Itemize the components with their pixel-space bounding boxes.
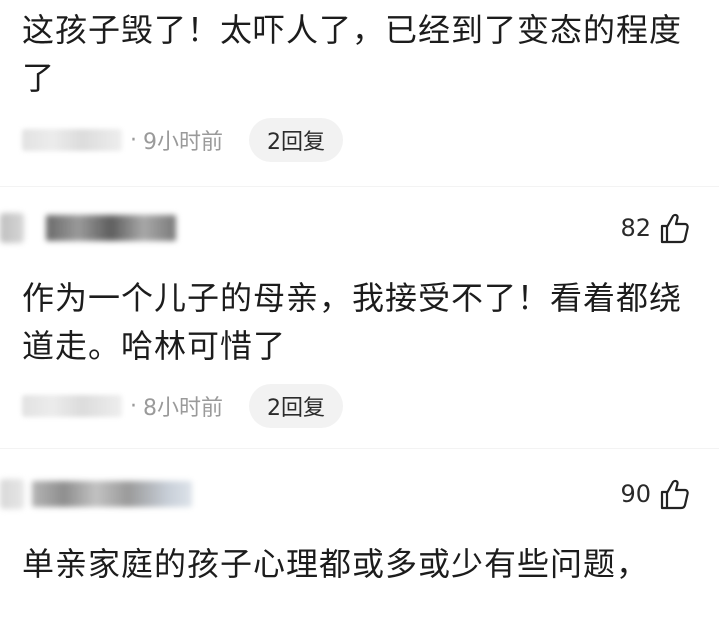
comment-2-text: 作为一个儿子的母亲，我接受不了！看着都绕道走。哈林可惜了	[22, 279, 683, 365]
comment-2-reply-button[interactable]: 2回复	[249, 384, 343, 428]
comment-2-user[interactable]	[0, 208, 176, 248]
comment-2-author-blurred	[46, 215, 176, 241]
comment-3-author-blurred	[32, 481, 192, 507]
comment-2-like[interactable]: 82	[620, 208, 689, 248]
comment-1-text: 这孩子毁了！太吓人了，已经到了变态的程度了	[22, 11, 683, 97]
comment-3-text: 单亲家庭的孩子心理都或多或少有些问题，	[22, 545, 650, 583]
comment-3-like[interactable]: 90	[620, 474, 689, 514]
comment-3-avatar-blurred	[0, 479, 24, 509]
meta-separator: ·	[130, 393, 137, 419]
comment-1-reply-label: 2回复	[267, 130, 325, 155]
comment-2-reply-label: 2回复	[267, 396, 325, 421]
comment-2-time: 8小时前	[143, 396, 223, 421]
comment-1-author-blurred	[22, 129, 122, 151]
comment-3-like-count: 90	[620, 480, 651, 508]
comment-3-user[interactable]	[0, 474, 192, 514]
comment-1-meta: · 9小时前 2回复	[22, 118, 343, 162]
meta-separator: ·	[130, 127, 137, 153]
thumbs-up-icon	[660, 213, 689, 244]
comment-2-like-count: 82	[620, 214, 651, 242]
comment-1-reply-button[interactable]: 2回复	[249, 118, 343, 162]
thumbs-up-icon	[660, 479, 689, 510]
comment-2-meta: · 8小时前 2回复	[22, 384, 343, 428]
comment-1-time: 9小时前	[143, 130, 223, 155]
divider	[0, 186, 719, 187]
divider	[0, 448, 719, 449]
comment-2-avatar-blurred	[0, 213, 24, 243]
comment-2-meta-author-blurred	[22, 395, 122, 417]
